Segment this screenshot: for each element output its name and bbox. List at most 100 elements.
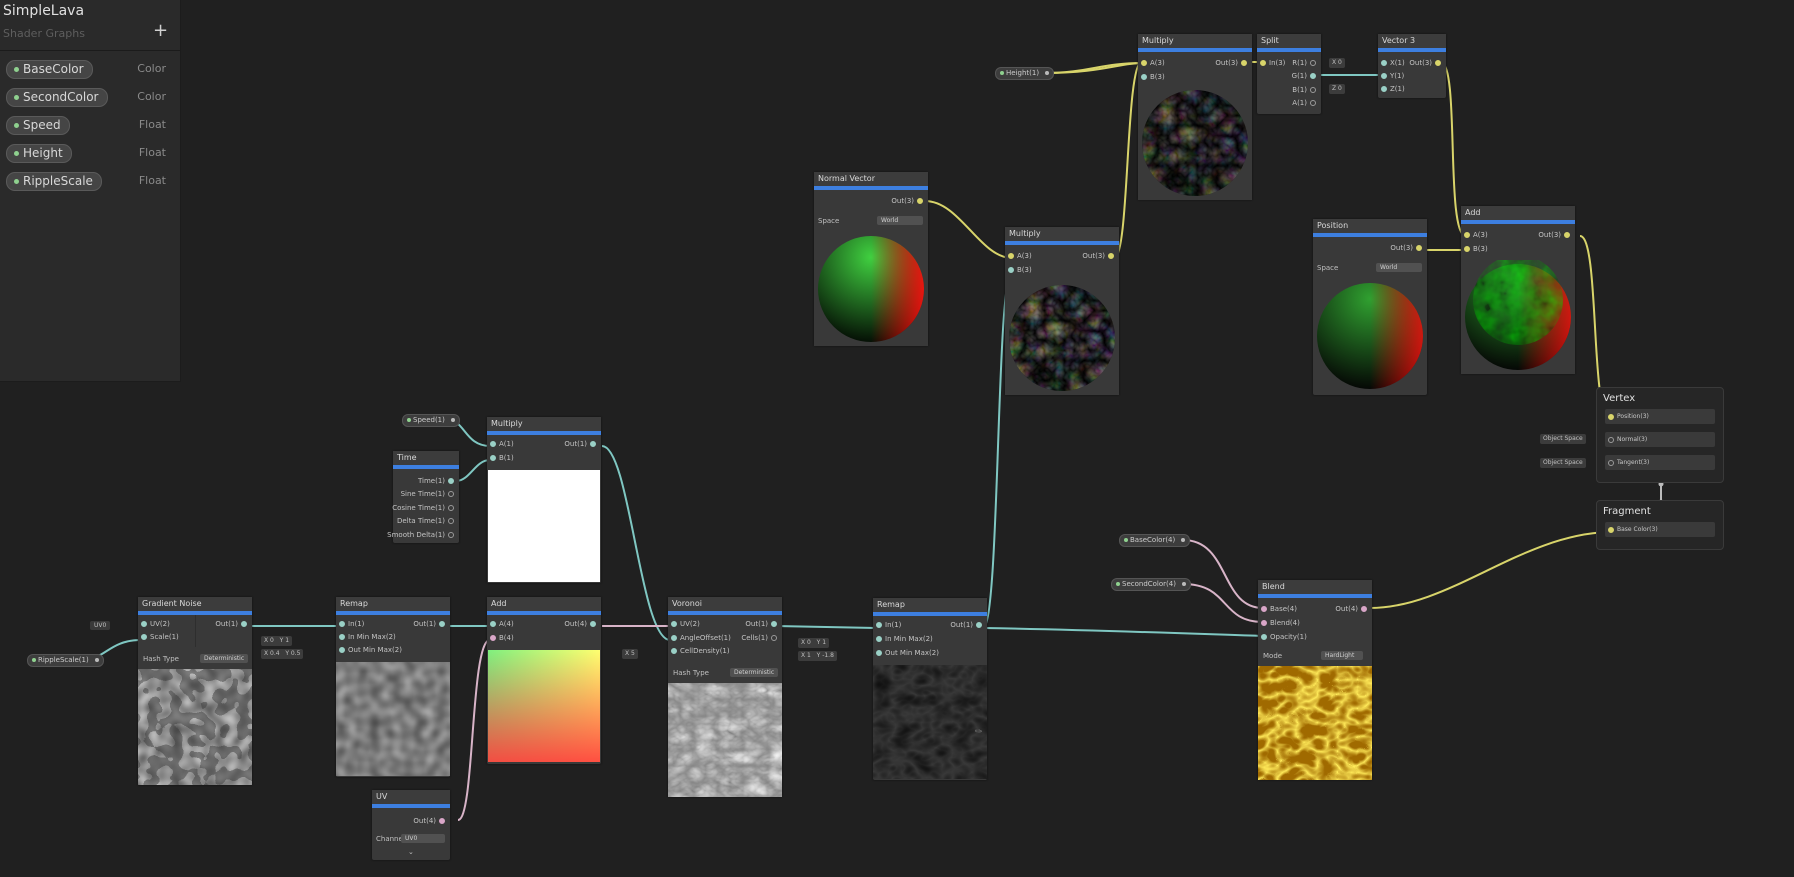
input-port[interactable]: In(1) xyxy=(336,619,364,629)
add-node[interactable]: Add A(4) B(4) Out(4) xyxy=(487,597,601,764)
input-port[interactable]: B(4) xyxy=(487,633,514,643)
input-port[interactable]: Scale(1) xyxy=(138,632,179,642)
output-port[interactable]: Out(1) xyxy=(745,619,780,629)
channel-dropdown[interactable]: UV0 xyxy=(401,834,445,843)
speed-property-node[interactable]: Speed(1) xyxy=(402,414,460,427)
multiply-node[interactable]: Multiply A(1) B(1) Out(1) xyxy=(487,417,601,583)
vertex-master-block[interactable]: Vertex Position(3) Normal(3) Tangent(3) xyxy=(1596,387,1724,483)
input-port[interactable]: Y(1) xyxy=(1378,71,1404,81)
height-property-node[interactable]: Height(1) xyxy=(995,67,1055,80)
remap2-outminmax-field[interactable]: X 1 Y -1.8 xyxy=(798,651,837,661)
output-port[interactable]: Out(3) xyxy=(1215,58,1250,68)
gradient-noise-node[interactable]: Gradient Noise UV(2) Scale(1) Out(1) Has… xyxy=(138,597,252,785)
vector3-node[interactable]: Vector 3 X(1) Y(1) Z(1) Out(3) xyxy=(1378,34,1446,98)
input-port[interactable]: In(3) xyxy=(1257,58,1285,68)
input-port[interactable]: Blend(4) xyxy=(1258,618,1300,628)
add-node-2[interactable]: Add A(3) B(3) Out(3) xyxy=(1461,206,1575,374)
property-row[interactable]: SecondColor Color xyxy=(6,88,180,107)
input-port[interactable]: AngleOffset(1) xyxy=(668,633,731,643)
output-port[interactable]: B(1) xyxy=(1292,85,1319,95)
split-node[interactable]: Split In(3) R(1) G(1) B(1) A(1) xyxy=(1257,34,1321,114)
input-port[interactable]: Opacity(1) xyxy=(1258,632,1307,642)
output-port[interactable]: Out(3) xyxy=(1390,243,1425,253)
hash-type-dropdown[interactable]: Deterministic xyxy=(200,654,249,663)
output-port[interactable]: Out(1) xyxy=(413,619,448,629)
input-port[interactable]: In(1) xyxy=(873,620,901,630)
property-row[interactable]: Height Float xyxy=(6,144,180,163)
input-port[interactable]: UV(2) xyxy=(668,619,700,629)
uv-channel-inline[interactable]: UV0 xyxy=(90,621,111,630)
normal-slot[interactable]: Normal(3) xyxy=(1605,432,1715,447)
input-port[interactable]: In Min Max(2) xyxy=(336,632,396,642)
output-port[interactable]: Out(3) xyxy=(1538,230,1573,240)
output-port[interactable]: Cosine Time(1) xyxy=(392,503,457,513)
position-node[interactable]: Position Out(3) Space World xyxy=(1313,219,1427,395)
output-port[interactable]: Time(1) xyxy=(418,476,457,486)
output-port[interactable]: R(1) xyxy=(1292,58,1319,68)
voronoi-node[interactable]: Voronoi UV(2) AngleOffset(1) CellDensity… xyxy=(668,597,782,797)
space-dropdown[interactable]: World xyxy=(1376,263,1422,272)
output-port[interactable]: Delta Time(1) xyxy=(397,516,457,526)
input-port[interactable]: Z(1) xyxy=(1378,84,1405,94)
output-port[interactable]: Out(1) xyxy=(564,439,599,449)
vector3-x-field[interactable]: X 0 xyxy=(1329,58,1345,68)
input-port[interactable]: A(1) xyxy=(487,439,514,449)
fragment-master-block[interactable]: Fragment Base Color(3) xyxy=(1596,500,1724,550)
output-port[interactable]: Out(4) xyxy=(413,816,448,826)
output-port[interactable]: A(1) xyxy=(1292,98,1319,108)
input-port[interactable]: B(3) xyxy=(1461,244,1488,254)
tangent-space-field[interactable]: Object Space xyxy=(1540,458,1586,468)
output-port[interactable]: Out(3) xyxy=(1082,251,1117,261)
output-port[interactable]: Out(4) xyxy=(1335,604,1370,614)
remap2-inminmax-field[interactable]: X 0 Y 1 xyxy=(798,638,830,648)
property-name[interactable]: SecondColor xyxy=(6,88,108,107)
mode-dropdown[interactable]: HardLight xyxy=(1321,651,1363,660)
input-port[interactable]: A(4) xyxy=(487,619,514,629)
output-port[interactable]: G(1) xyxy=(1292,71,1319,81)
output-port[interactable]: Out(4) xyxy=(564,619,599,629)
input-port[interactable]: UV(2) xyxy=(138,619,170,629)
input-port[interactable]: X(1) xyxy=(1378,58,1405,68)
voronoi-celldensity-field[interactable]: X 5 xyxy=(622,649,638,659)
property-row[interactable]: BaseColor Color xyxy=(6,60,180,79)
normal-vector-node[interactable]: Normal Vector Out(3) Space World xyxy=(814,172,928,346)
remap-inminmax-field[interactable]: X 0 Y 1 xyxy=(261,636,293,646)
input-port[interactable]: B(3) xyxy=(1005,265,1032,275)
property-name[interactable]: RippleScale xyxy=(6,172,102,191)
input-port[interactable]: Base(4) xyxy=(1258,604,1297,614)
input-port[interactable]: A(3) xyxy=(1138,58,1165,68)
multiply-node-3[interactable]: Multiply A(3) B(3) Out(3) xyxy=(1138,34,1252,200)
remap-outminmax-field[interactable]: X 0.4 Y 0.5 xyxy=(261,649,304,659)
output-port[interactable]: Smooth Delta(1) xyxy=(387,530,457,540)
property-row[interactable]: Speed Float xyxy=(6,116,180,135)
space-dropdown[interactable]: World xyxy=(877,216,923,225)
uv-node[interactable]: UV Out(4) Channel UV0 ⌄ xyxy=(372,790,450,860)
remap-node-2[interactable]: Remap In(1) In Min Max(2) Out Min Max(2)… xyxy=(873,598,987,780)
input-port[interactable]: Out Min Max(2) xyxy=(336,645,402,655)
tangent-slot[interactable]: Tangent(3) xyxy=(1605,455,1715,470)
basecolor-property-node[interactable]: BaseColor(4) xyxy=(1119,534,1191,547)
position-slot[interactable]: Position(3) xyxy=(1605,409,1715,424)
output-port[interactable]: Out(1) xyxy=(215,619,250,629)
base-color-slot[interactable]: Base Color(3) xyxy=(1605,522,1715,537)
input-port[interactable]: In Min Max(2) xyxy=(873,634,933,644)
output-port[interactable]: Sine Time(1) xyxy=(401,489,457,499)
chevron-down-icon[interactable]: ⌄ xyxy=(408,848,414,856)
output-port[interactable]: Cells(1) xyxy=(741,633,780,643)
secondcolor-property-node[interactable]: SecondColor(4) xyxy=(1111,578,1191,591)
input-port[interactable]: Out Min Max(2) xyxy=(873,648,939,658)
property-name[interactable]: Speed xyxy=(6,116,70,135)
output-port[interactable]: Out(1) xyxy=(950,620,985,630)
property-name[interactable]: Height xyxy=(6,144,72,163)
multiply-node-2[interactable]: Multiply A(3) B(3) Out(3) xyxy=(1005,227,1119,395)
time-node[interactable]: Time Time(1) Sine Time(1) Cosine Time(1)… xyxy=(387,451,459,543)
ripplescale-property-node[interactable]: RippleScale(1) xyxy=(27,654,104,667)
hash-type-dropdown[interactable]: Deterministic xyxy=(730,668,779,677)
input-port[interactable]: B(1) xyxy=(487,453,514,463)
plus-icon[interactable]: + xyxy=(153,20,168,41)
property-row[interactable]: RippleScale Float xyxy=(6,172,180,191)
output-port[interactable]: Out(3) xyxy=(1409,58,1444,68)
property-name[interactable]: BaseColor xyxy=(6,60,93,79)
normal-space-field[interactable]: Object Space xyxy=(1540,434,1586,444)
blend-node[interactable]: Blend Base(4) Blend(4) Opacity(1) Out(4)… xyxy=(1258,580,1372,780)
